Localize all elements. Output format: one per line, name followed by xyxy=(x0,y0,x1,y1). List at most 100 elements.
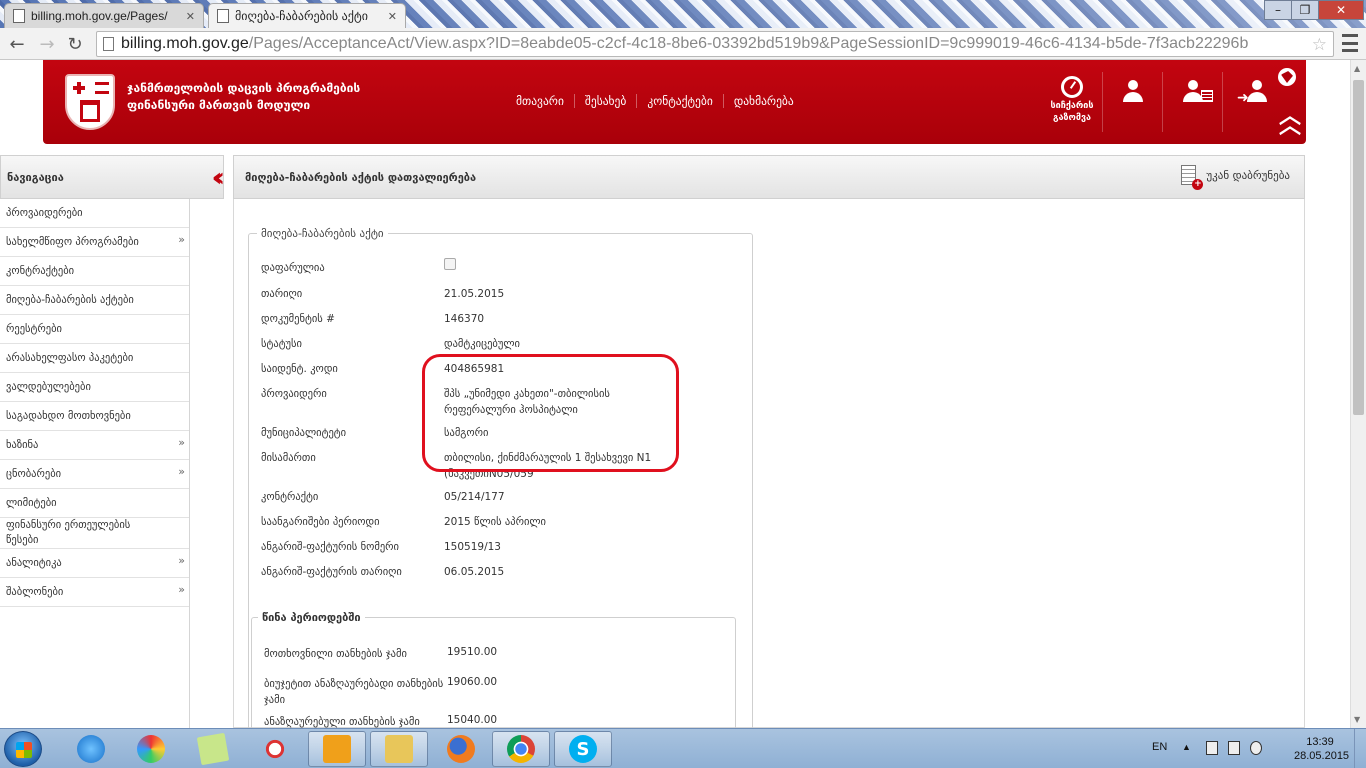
tab-close-icon[interactable]: ✕ xyxy=(186,10,195,23)
start-button[interactable] xyxy=(4,731,42,767)
invoice-date-label: ანგარიშ-ფაქტურის თარიღი xyxy=(261,566,402,578)
sidebar-item-label: საგადახდო მოთხოვნები xyxy=(6,409,131,422)
taskbar-firefox[interactable] xyxy=(432,731,490,767)
nav-help[interactable]: დახმარება xyxy=(722,94,804,108)
scroll-up-icon[interactable]: ▲ xyxy=(1354,64,1360,73)
nav-contacts[interactable]: კონტაქტები xyxy=(636,94,722,108)
clock-date: 28.05.2015 xyxy=(1294,750,1350,762)
web-page: ჯანმრთელობის დაცვის პროგრამების ფინანსურ… xyxy=(0,60,1350,728)
language-indicator[interactable]: EN xyxy=(1152,741,1167,753)
tab-label: მიღება-ჩაბარების აქტი xyxy=(235,9,368,23)
language-globe-icon[interactable] xyxy=(1278,68,1296,86)
sidebar-item[interactable]: კონტრაქტები xyxy=(0,257,189,286)
sidebar-item[interactable]: ანალიტიკა » xyxy=(0,549,189,578)
browser-menu-icon[interactable] xyxy=(1342,34,1358,52)
org-title: ჯანმრთელობის დაცვის პროგრამების ფინანსურ… xyxy=(127,80,360,114)
tab-close-icon[interactable]: ✕ xyxy=(388,10,397,23)
invoice-number-value: 150519/13 xyxy=(444,541,501,553)
sidebar-item[interactable]: შაბლონები » xyxy=(0,578,189,607)
org-title-line1: ჯანმრთელობის დაცვის პროგრამების xyxy=(127,81,361,95)
nav-about[interactable]: შესახებ xyxy=(573,94,636,108)
restore-button[interactable]: ❐ xyxy=(1291,0,1319,20)
show-desktop-button[interactable] xyxy=(1354,729,1366,768)
sidebar-item[interactable]: ცნობარები » xyxy=(0,460,189,489)
arrow-right-icon: ➜ xyxy=(1237,90,1249,106)
back-arrow-icon[interactable]: ← xyxy=(6,33,28,55)
sidebar-item[interactable]: არასახელფასო პაკეტები xyxy=(0,344,189,373)
sidebar-item[interactable]: ფინანსური ერთეულების წესები xyxy=(0,518,189,549)
taskbar-ie[interactable] xyxy=(62,731,120,767)
bookmark-star-icon[interactable]: ☆ xyxy=(1312,35,1327,55)
url-path: /Pages/AcceptanceAct/View.aspx?ID=8eabde… xyxy=(248,35,1249,52)
sidebar-item[interactable]: ხაზინა » xyxy=(0,431,189,460)
invoice-date-value: 06.05.2015 xyxy=(444,566,505,578)
sidebar-item[interactable]: სახელმწიფო პროგრამები » xyxy=(0,228,189,257)
sidebar-item[interactable]: პროვაიდერები xyxy=(0,199,189,228)
back-button[interactable]: უკან დაბრუნება xyxy=(1181,165,1290,190)
address-bar[interactable]: billing.moh.gov.ge/Pages/AcceptanceAct/V… xyxy=(96,31,1334,57)
user-list-button[interactable] xyxy=(1162,72,1222,132)
hidden-checkbox[interactable] xyxy=(444,258,456,270)
user-profile-button[interactable] xyxy=(1102,72,1162,132)
sidebar-item-label: არასახელფასო პაკეტები xyxy=(6,351,134,364)
scroll-down-icon[interactable]: ▼ xyxy=(1354,715,1360,724)
taskbar-snipping-tool[interactable] xyxy=(246,731,304,767)
expand-chevron-icon[interactable]: » xyxy=(178,232,185,247)
expand-chevron-icon[interactable]: » xyxy=(178,435,185,450)
sidebar-item-label: კონტრაქტები xyxy=(6,264,75,277)
period-label: საანგარიშები პერიოდი xyxy=(261,516,380,528)
sidebar-menu: პროვაიდერები სახელმწიფო პროგრამები » კონტრა… xyxy=(0,199,190,728)
sidebar-item[interactable]: მიღება-ჩაბარების აქტები xyxy=(0,286,189,315)
taskbar-chrome[interactable] xyxy=(492,731,550,767)
main-panel-header: მიღება-ჩაბარების აქტის დათვალიერება უკან… xyxy=(233,155,1305,199)
reload-icon[interactable]: ↻ xyxy=(64,33,86,55)
expand-chevron-icon[interactable]: » xyxy=(178,553,185,568)
header-icon-group: სიჩქარის გაზომვა ➜ xyxy=(1042,72,1282,132)
ministry-logo[interactable] xyxy=(65,74,115,130)
speedometer-icon xyxy=(1061,76,1083,98)
user-list-icon xyxy=(1183,80,1203,102)
document-number-label: დოკუმენტის # xyxy=(261,313,335,325)
logout-button[interactable]: ➜ xyxy=(1222,72,1282,132)
taskbar-skype[interactable]: S xyxy=(554,731,612,767)
sidebar-item-label: ცნობარები xyxy=(6,467,62,480)
page-info-icon[interactable] xyxy=(103,37,114,51)
forward-arrow-icon[interactable]: → xyxy=(36,33,58,55)
speed-test-button[interactable]: სიჩქარის გაზომვა xyxy=(1042,72,1102,132)
collapse-sidebar-icon[interactable]: ‹‹ xyxy=(212,163,226,193)
sidebar-item[interactable]: საგადახდო მოთხოვნები xyxy=(0,402,189,431)
browser-tab-billing[interactable]: billing.moh.gov.ge/Pages/ ✕ xyxy=(4,3,204,28)
browser-tab-acceptance-act[interactable]: მიღება-ჩაბარების აქტი ✕ xyxy=(208,3,406,28)
page-scrollbar[interactable]: ▲ ▼ xyxy=(1350,60,1366,728)
close-window-button[interactable]: ✕ xyxy=(1318,0,1364,20)
paint-icon xyxy=(137,735,165,763)
chrome-icon xyxy=(507,735,535,763)
windows-taskbar: S EN ▲ 13:39 28.05.2015 xyxy=(0,728,1366,768)
expand-chevron-icon[interactable]: » xyxy=(178,464,185,479)
network-tray-icon[interactable] xyxy=(1228,741,1240,755)
sidebar-item-label: ვალდებულებები xyxy=(6,380,91,393)
nav-home[interactable]: მთავარი xyxy=(506,94,574,108)
show-hidden-icons[interactable]: ▲ xyxy=(1182,742,1191,752)
minimize-button[interactable]: – xyxy=(1264,0,1292,20)
scrollbar-thumb[interactable] xyxy=(1353,80,1364,415)
taskbar-paint[interactable] xyxy=(122,731,180,767)
sidebar-item[interactable]: ვალდებულებები xyxy=(0,373,189,402)
taskbar-outlook[interactable] xyxy=(308,731,366,767)
browser-tab-strip: billing.moh.gov.ge/Pages/ ✕ მიღება-ჩაბარ… xyxy=(0,0,1366,28)
url-host: billing.moh.gov.ge xyxy=(121,35,249,52)
firefox-icon xyxy=(447,735,475,763)
taskbar-sticky-notes[interactable] xyxy=(184,731,242,767)
sidebar-item[interactable]: რეესტრები xyxy=(0,315,189,344)
device-tray-icon[interactable] xyxy=(1206,741,1218,755)
sidebar-item-label: შაბლონები xyxy=(6,585,64,598)
taskbar-explorer[interactable] xyxy=(370,731,428,767)
expand-chevron-icon[interactable]: » xyxy=(178,582,185,597)
address-label: მისამართი xyxy=(261,452,316,464)
sidebar-item[interactable]: ლიმიტები xyxy=(0,489,189,518)
collapse-header-icon[interactable]: ︿ ︿ xyxy=(1279,106,1301,138)
status-value: დამტკიცებული xyxy=(444,338,520,350)
clock[interactable]: 13:39 28.05.2015 xyxy=(1294,735,1350,763)
volume-tray-icon[interactable] xyxy=(1250,741,1262,755)
sidebar-header: ნავიგაცია ‹‹ xyxy=(0,155,226,199)
